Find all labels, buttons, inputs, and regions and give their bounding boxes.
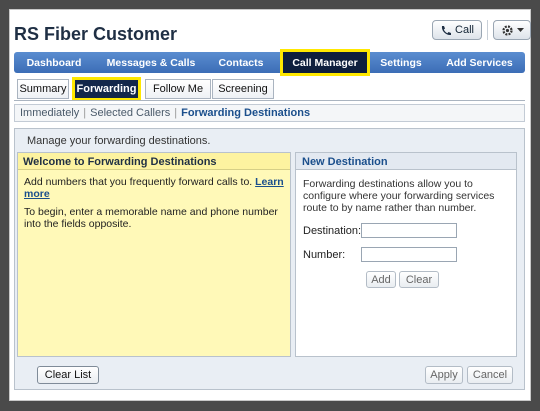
- tab-summary[interactable]: Summary: [17, 79, 69, 99]
- settings-menu-button[interactable]: [493, 20, 531, 40]
- new-destination-heading: New Destination: [296, 153, 516, 170]
- call-button[interactable]: Call: [432, 20, 482, 40]
- nav-dashboard[interactable]: Dashboard: [14, 52, 94, 73]
- add-button[interactable]: Add: [366, 271, 396, 288]
- page-intro: Manage your forwarding destinations.: [27, 135, 211, 147]
- gear-icon: [501, 24, 514, 37]
- cancel-button[interactable]: Cancel: [467, 366, 513, 384]
- number-label: Number:: [303, 248, 346, 261]
- new-destination-description: Forwarding destinations allow you to con…: [303, 178, 495, 214]
- welcome-heading: Welcome to Forwarding Destinations: [18, 153, 290, 170]
- breadcrumb-separator: |: [83, 107, 87, 119]
- call-button-label: Call: [455, 24, 474, 36]
- breadcrumb-separator: |: [174, 107, 178, 119]
- destination-input[interactable]: [361, 223, 457, 238]
- welcome-intro-text: Add numbers that you frequently forward …: [24, 176, 253, 188]
- breadcrumb-selected-callers[interactable]: Selected Callers: [90, 107, 170, 119]
- number-input[interactable]: [361, 247, 457, 262]
- app-title: RS Fiber Customer: [14, 24, 178, 44]
- welcome-panel: Welcome to Forwarding Destinations Add n…: [17, 152, 291, 357]
- tab-follow-me[interactable]: Follow Me: [145, 79, 211, 99]
- new-destination-panel: New Destination Forwarding destinations …: [295, 152, 517, 357]
- breadcrumb: Immediately | Selected Callers | Forward…: [14, 104, 525, 122]
- chevron-down-icon: [516, 27, 524, 33]
- clear-button[interactable]: Clear: [399, 271, 439, 288]
- tab-screening[interactable]: Screening: [212, 79, 274, 99]
- breadcrumb-forwarding-destinations: Forwarding Destinations: [181, 107, 311, 119]
- breadcrumb-immediately[interactable]: Immediately: [20, 107, 79, 119]
- toolbar-divider: [487, 20, 488, 40]
- destination-row: Destination:: [303, 223, 457, 238]
- tabs-divider: [14, 100, 525, 101]
- main-nav: Dashboard Messages & Calls Contacts Call…: [14, 49, 525, 76]
- tab-forwarding[interactable]: Forwarding: [72, 77, 141, 101]
- nav-contacts[interactable]: Contacts: [208, 52, 274, 73]
- welcome-text-2: To begin, enter a memorable name and pho…: [24, 206, 278, 230]
- destination-label: Destination:: [303, 224, 362, 237]
- nav-add-services[interactable]: Add Services: [434, 52, 525, 73]
- apply-button[interactable]: Apply: [425, 366, 463, 384]
- welcome-text-1: Add numbers that you frequently forward …: [24, 176, 284, 200]
- nav-settings[interactable]: Settings: [370, 52, 432, 73]
- clear-list-button[interactable]: Clear List: [37, 366, 99, 384]
- nav-call-manager[interactable]: Call Manager: [280, 49, 370, 76]
- nav-messages-calls[interactable]: Messages & Calls: [94, 52, 208, 73]
- number-row: Number:: [303, 247, 457, 262]
- footer-bar: Clear List Apply Cancel: [15, 359, 524, 389]
- phone-icon: [440, 25, 452, 36]
